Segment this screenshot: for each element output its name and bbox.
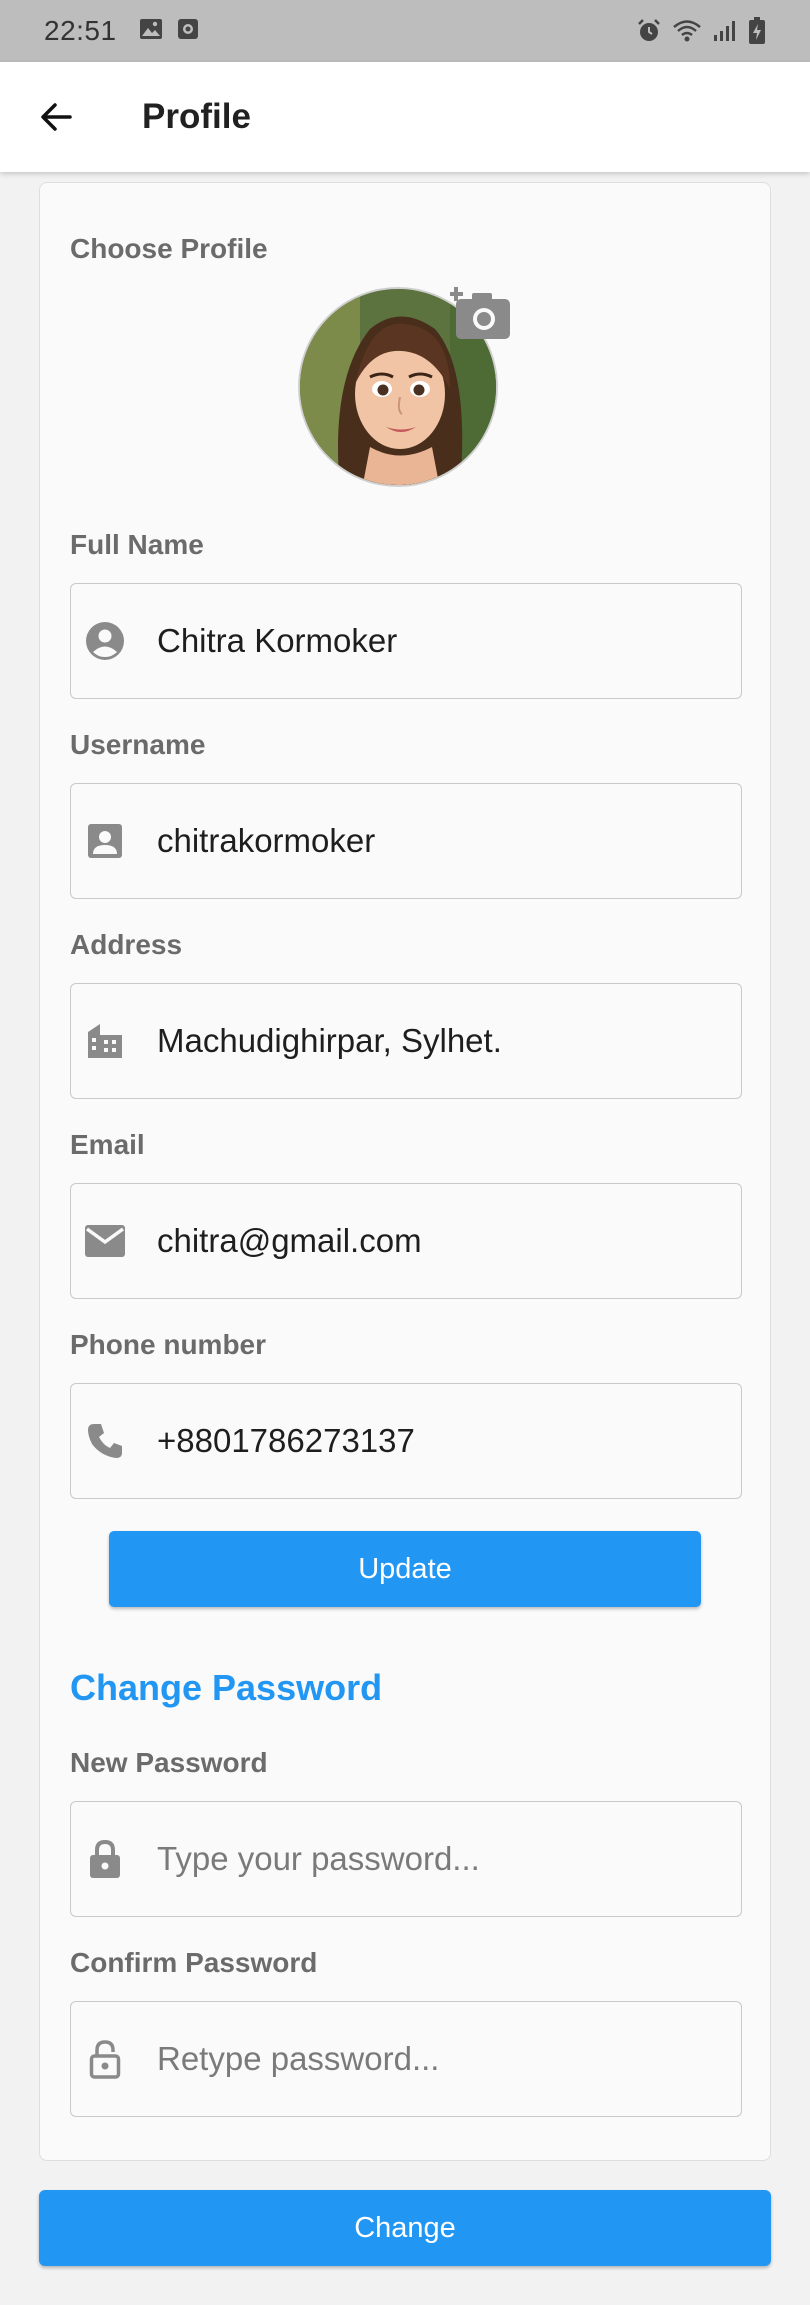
lock-icon [85,1839,125,1879]
battery-charging-icon [748,17,766,45]
username-label: Username [70,729,206,760]
account-circle-icon [85,621,125,661]
phone-label: Phone number [70,1329,267,1360]
page-title: Profile [142,97,251,136]
phone-field[interactable] [70,1383,742,1499]
avatar-picker[interactable] [298,287,510,489]
new-password-label: New Password [70,1747,268,1778]
full-name-label: Full Name [70,529,204,560]
status-time: 22:51 [44,15,117,46]
email-field[interactable] [70,1183,742,1299]
email-input[interactable] [157,1222,717,1260]
change-password-heading: Change Password [70,1667,383,1708]
change-button[interactable]: Change [39,2190,771,2266]
update-button[interactable]: Update [109,1531,701,1607]
record-icon [177,18,199,45]
signal-icon [712,19,738,43]
image-icon [139,18,163,45]
arrow-left-icon [41,103,72,131]
address-input[interactable] [157,1022,717,1060]
alarm-icon [636,18,662,44]
confirm-password-label: Confirm Password [70,1947,318,1978]
app-bar: Profile [0,62,810,172]
email-label: Email [70,1129,145,1160]
add-photo-camera-icon[interactable] [449,285,514,343]
username-input[interactable] [157,822,717,860]
full-name-input[interactable] [157,622,717,660]
building-icon [85,1021,125,1061]
confirm-password-input[interactable] [157,2040,717,2078]
wifi-icon [672,19,702,43]
address-label: Address [70,929,183,960]
new-password-input[interactable] [157,1840,717,1878]
profile-card: Choose Profile Full Name Chitra Kormoker… [39,182,771,2161]
username-field[interactable] [70,783,742,899]
lock-open-icon [85,2039,125,2079]
phone-icon [85,1421,125,1461]
choose-profile-label: Choose Profile [70,233,268,264]
address-field[interactable] [70,983,742,1099]
phone-input[interactable] [157,1422,717,1460]
back-button[interactable] [24,85,88,149]
confirm-password-field[interactable] [70,2001,742,2117]
full-name-field[interactable] [70,583,742,699]
mail-icon [85,1221,125,1261]
contact-badge-icon [85,821,125,861]
status-bar: 22:51 [0,0,810,62]
new-password-field[interactable] [70,1801,742,1917]
